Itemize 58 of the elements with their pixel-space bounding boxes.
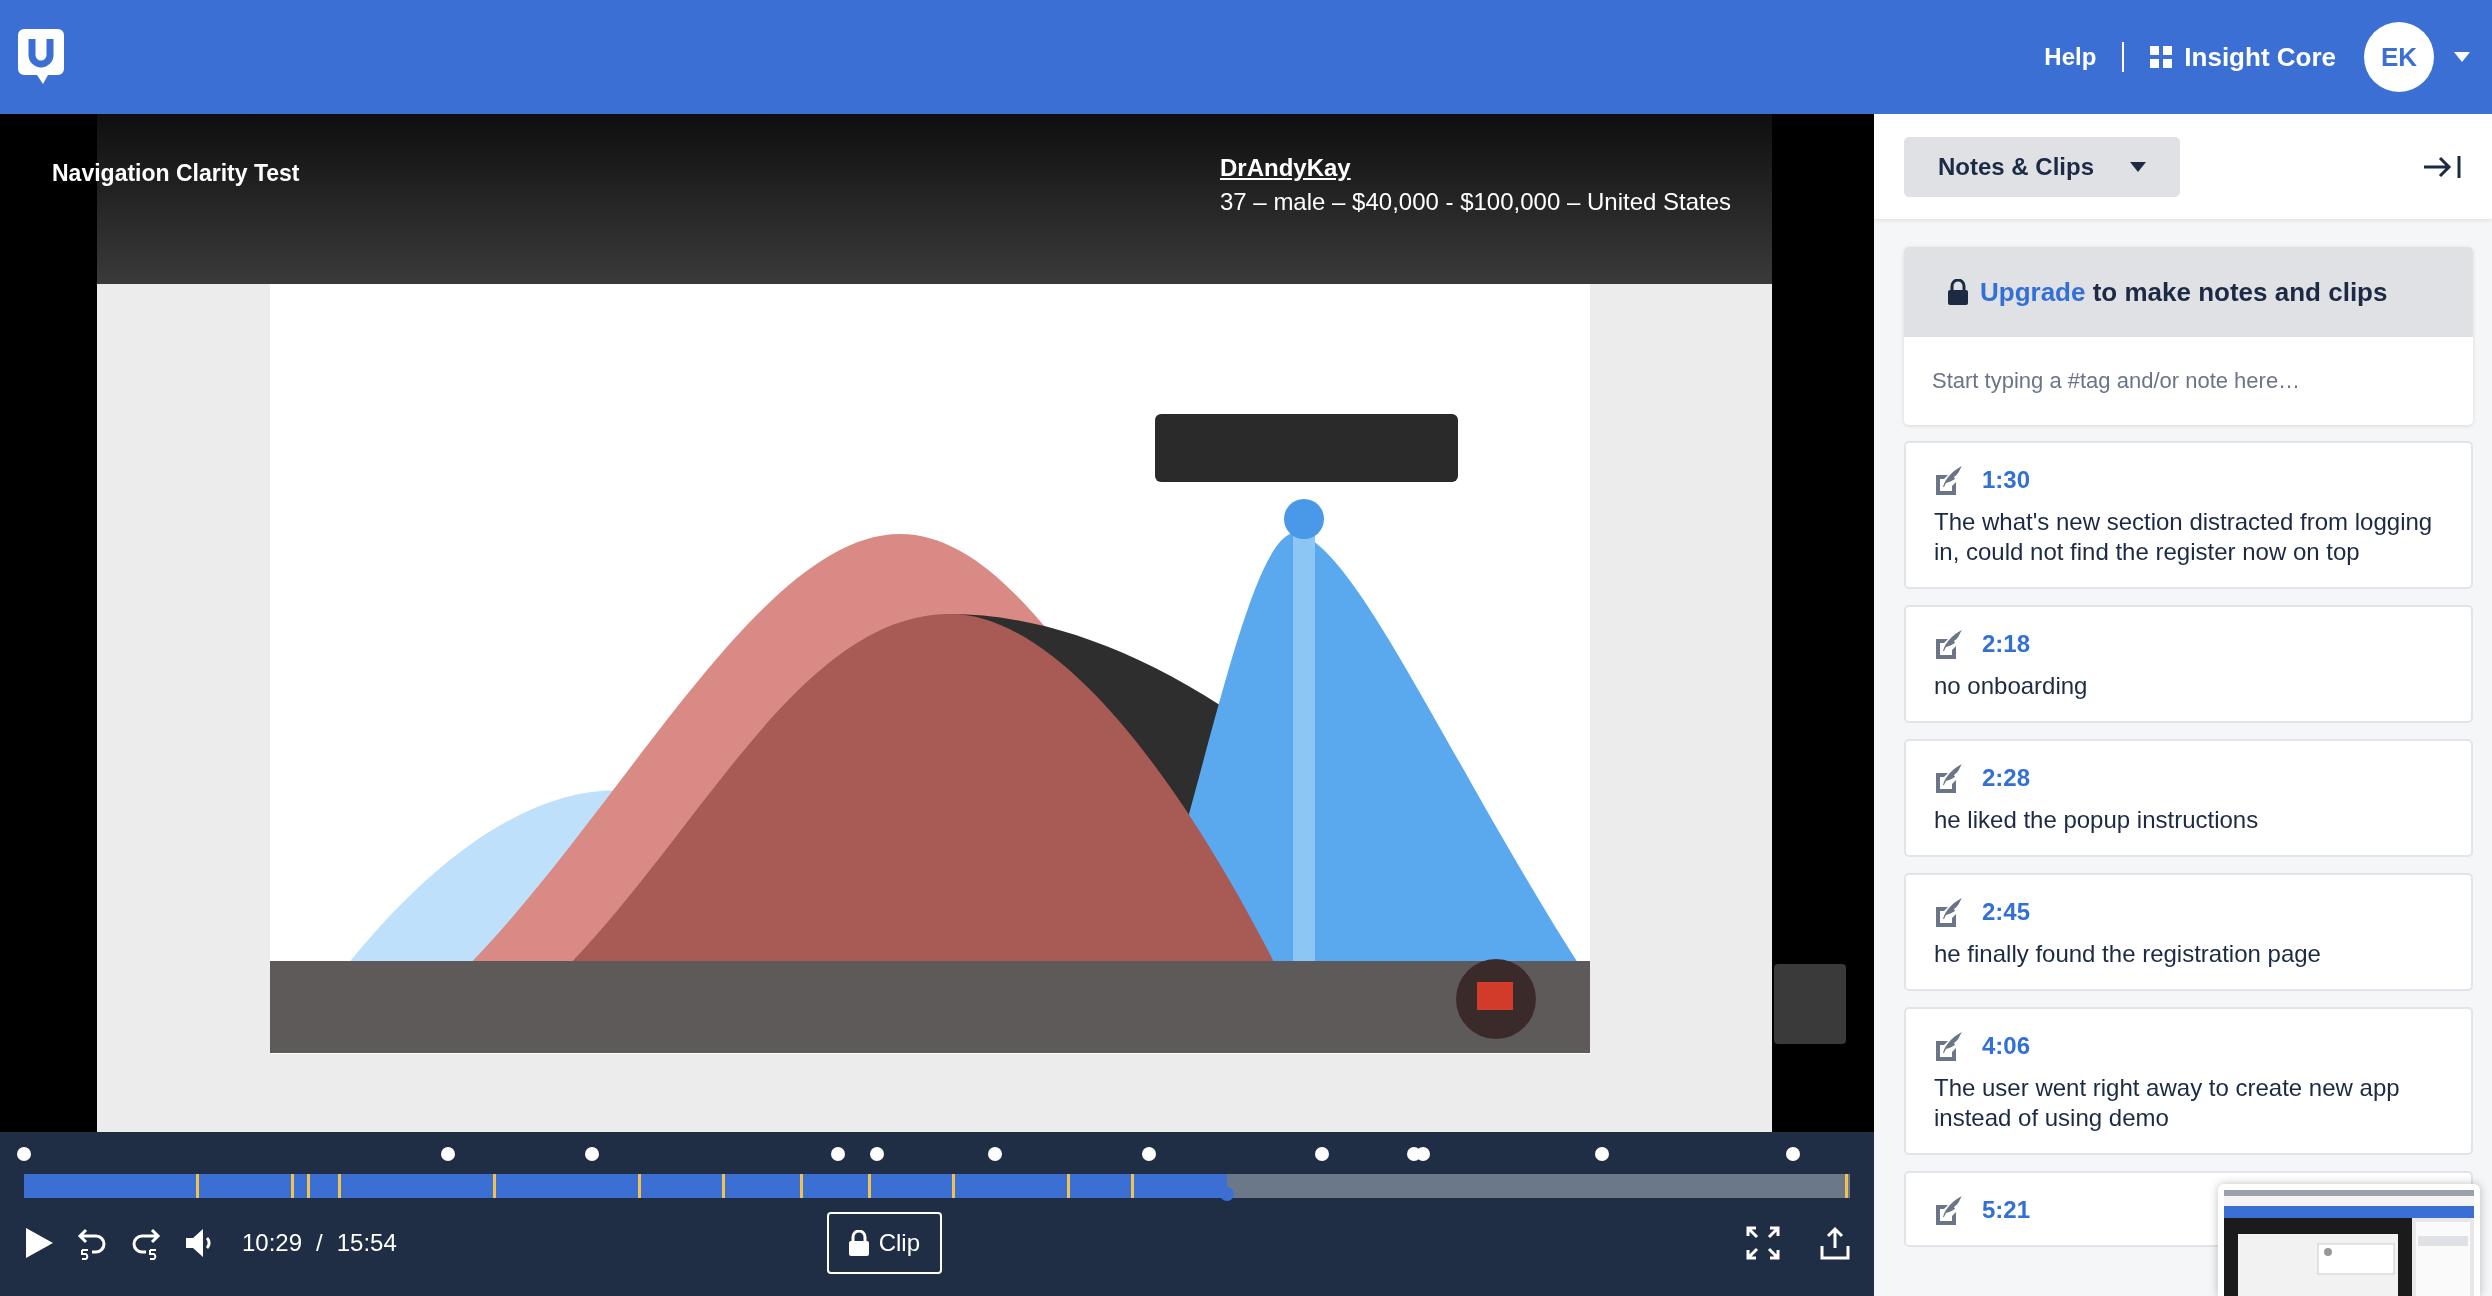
quill-icon [1934, 763, 1964, 793]
quill-icon [1934, 1031, 1964, 1061]
user-avatar[interactable]: EK [2364, 22, 2434, 92]
note-time[interactable]: 1:30 [1982, 466, 2031, 494]
quill-icon [1934, 1195, 1964, 1225]
lock-icon [848, 1230, 869, 1256]
note-marker[interactable] [584, 1147, 599, 1161]
upgrade-link[interactable]: Upgrade [1980, 276, 2086, 307]
workspace-menu[interactable]: Insight Core [2150, 41, 2336, 73]
time-separator: / [316, 1229, 323, 1257]
caret-icon[interactable] [2454, 52, 2470, 62]
logo-icon[interactable] [18, 29, 64, 85]
current-time: 10:29 [242, 1229, 303, 1257]
clip-button[interactable]: Clip [826, 1212, 942, 1274]
help-link[interactable]: Help [2044, 43, 2097, 71]
note-marker[interactable] [440, 1147, 455, 1161]
note-text: The user went right away to create new app instead of using demo [1934, 1073, 2401, 1133]
test-title: Navigation Clarity Test [52, 159, 301, 188]
note-marker[interactable] [988, 1147, 1003, 1161]
note-marker[interactable] [831, 1147, 846, 1161]
play-icon[interactable] [24, 1227, 54, 1259]
note-card[interactable]: 1:30 The what's new section distracted from logging in, could not find the register now on top [1904, 441, 2473, 589]
tester-name-link[interactable]: DrAndyKay [1220, 154, 1351, 182]
note-text: The what's new section distracted from logging in, could not find the register now on top [1934, 507, 2434, 567]
panel-menu[interactable]: Notes & Clips [1904, 136, 2181, 197]
note-time[interactable]: 4:06 [1982, 1032, 2031, 1060]
note-marker[interactable] [1594, 1147, 1609, 1161]
forward-icon[interactable] [130, 1226, 162, 1260]
note-marker[interactable] [1786, 1147, 1801, 1161]
rewind-icon[interactable] [76, 1226, 108, 1260]
note-text: he liked the popup instructions [1934, 805, 2260, 835]
tester-details: 37 – male – $40,000 - $100,000 – United States [1220, 188, 1732, 216]
duration: 15:54 [336, 1229, 397, 1257]
share-icon[interactable] [1820, 1226, 1850, 1260]
upgrade-message: Upgrade to make notes and clips [1980, 276, 2388, 308]
note-marker[interactable] [869, 1147, 884, 1161]
note-time[interactable]: 2:28 [1982, 764, 2031, 792]
note-marker[interactable] [17, 1147, 31, 1161]
note-card[interactable]: 4:06 The user went right away to create new app instead of using demo [1904, 1007, 2473, 1155]
grid-icon [2150, 46, 2173, 68]
note-text: he finally found the registration page [1934, 939, 2322, 969]
note-input[interactable]: Start typing a #tag and/or note here… [1904, 337, 2473, 425]
note-time[interactable]: 2:18 [1982, 630, 2031, 658]
collapse-icon[interactable] [2422, 153, 2462, 180]
fullscreen-icon[interactable] [1746, 1226, 1780, 1260]
caret-icon [2130, 161, 2147, 172]
note-card[interactable]: 2:18 no onboarding [1904, 605, 2473, 723]
note-card[interactable]: 2:45 he finally found the registration page [1904, 873, 2473, 991]
lock-icon [1948, 279, 1968, 305]
note-time[interactable]: 5:21 [1982, 1196, 2031, 1224]
note-card[interactable]: 2:28 he liked the popup instructions [1904, 739, 2473, 857]
note-time[interactable]: 2:45 [1982, 898, 2031, 926]
note-marker[interactable] [1315, 1147, 1330, 1161]
quill-icon [1934, 465, 1964, 495]
note-text: no onboarding [1934, 671, 2089, 701]
quill-icon [1934, 629, 1964, 659]
note-marker[interactable] [1141, 1147, 1156, 1161]
quill-icon [1934, 897, 1964, 927]
